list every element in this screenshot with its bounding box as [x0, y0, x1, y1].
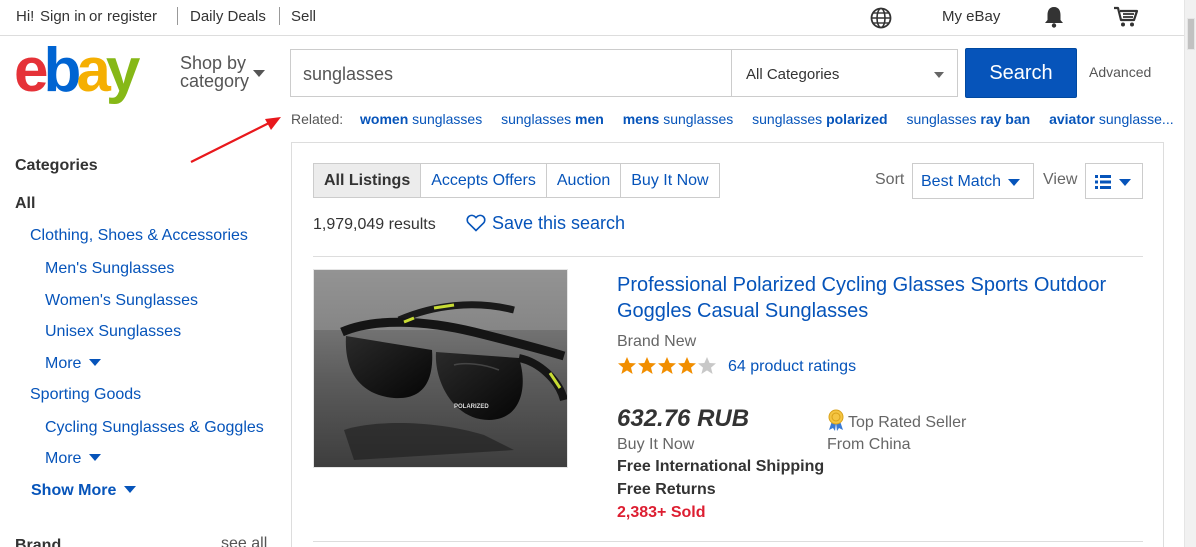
shop-by-category-button[interactable]: Shop by category [180, 54, 250, 90]
category-cycling-sunglasses[interactable]: Cycling Sunglasses & Goggles [45, 419, 264, 437]
related-searches: Related: women sunglasses sunglasses men… [291, 111, 1189, 127]
chevron-down-icon [89, 454, 102, 461]
list-view-icon [1095, 175, 1111, 189]
bell-icon[interactable] [1043, 5, 1065, 29]
category-all[interactable]: All [15, 195, 35, 213]
scrollbar-thumb[interactable] [1187, 18, 1195, 50]
daily-deals-link[interactable]: Daily Deals [190, 8, 266, 25]
tab-auction[interactable]: Auction [545, 164, 620, 197]
related-link[interactable]: mens sunglasses [623, 111, 734, 127]
see-all-link[interactable]: see all [221, 535, 267, 547]
related-link[interactable]: sunglasses ray ban [906, 111, 1030, 127]
chevron-down-icon[interactable] [253, 70, 265, 77]
my-ebay-link[interactable]: My eBay [942, 8, 1000, 25]
sort-label: Sort [875, 171, 905, 188]
svg-text:POLARIZED: POLARIZED [454, 404, 489, 410]
ebay-logo[interactable]: ebay [14, 40, 140, 102]
star-icon [698, 357, 716, 374]
chevron-down-icon [89, 359, 102, 366]
divider [313, 541, 1143, 542]
scrollbar[interactable] [1184, 0, 1196, 547]
star-rating [617, 356, 717, 376]
sell-link[interactable]: Sell [291, 8, 316, 25]
returns-text: Free Returns [617, 481, 716, 498]
sort-select-value: Best Match [921, 173, 1002, 190]
divider [313, 256, 1143, 257]
save-search-link[interactable]: Save this search [466, 213, 625, 234]
view-select[interactable] [1085, 163, 1143, 199]
category-clothing[interactable]: Clothing, Shoes & Accessories [30, 227, 248, 245]
star-icon [618, 357, 636, 374]
category-womens-sunglasses[interactable]: Women's Sunglasses [45, 292, 198, 310]
divider [177, 7, 178, 25]
more-link[interactable]: More [45, 355, 102, 373]
category-select[interactable]: All Categories [731, 49, 958, 97]
show-more-link[interactable]: Show More [31, 482, 137, 500]
product-ratings-link[interactable]: 64 product ratings [728, 358, 856, 376]
product-title-link[interactable]: Professional Polarized Cycling Glasses S… [617, 272, 1137, 324]
sort-select[interactable]: Best Match [912, 163, 1034, 199]
divider [279, 7, 280, 25]
cart-icon[interactable] [1113, 5, 1139, 29]
star-icon [658, 357, 676, 374]
view-label: View [1043, 171, 1078, 188]
search-button[interactable]: Search [965, 48, 1077, 98]
related-label: Related: [291, 111, 344, 127]
results-count: 1,979,049 results [313, 216, 436, 233]
chevron-down-icon [1119, 179, 1131, 186]
tab-accepts-offers[interactable]: Accepts Offers [420, 164, 546, 197]
register-link[interactable]: register [107, 8, 157, 25]
search-input[interactable]: sunglasses [290, 49, 731, 97]
chevron-down-icon [934, 72, 944, 78]
product-image[interactable]: POLARIZED [313, 269, 568, 468]
related-link[interactable]: women sunglasses [360, 111, 482, 127]
sign-in-link[interactable]: Sign in [40, 8, 86, 25]
category-mens-sunglasses[interactable]: Men's Sunglasses [45, 260, 174, 278]
advanced-search-link[interactable]: Advanced [1089, 64, 1151, 80]
chevron-down-icon [124, 486, 137, 493]
category-select-value: All Categories [746, 66, 840, 83]
heart-icon [466, 214, 486, 232]
listing-tabs: All Listings Accepts Offers Auction Buy … [313, 163, 720, 198]
format-label: Buy It Now [617, 436, 695, 453]
globe-icon[interactable] [870, 7, 892, 29]
sunglasses-image: POLARIZED [314, 270, 567, 467]
related-link[interactable]: sunglasses polarized [752, 111, 887, 127]
brand-heading: Brand [15, 537, 62, 547]
greeting-text: Hi! [16, 8, 35, 25]
sold-count: 2,383+ Sold [617, 504, 706, 521]
related-link[interactable]: sunglasses men [501, 111, 604, 127]
product-condition: Brand New [617, 333, 697, 350]
more-link[interactable]: More [45, 450, 102, 468]
star-icon [678, 357, 696, 374]
categories-heading: Categories [15, 157, 98, 174]
category-label: category [180, 71, 250, 91]
annotation-arrow [190, 117, 281, 163]
ribbon-icon [828, 409, 844, 431]
tab-buy-it-now[interactable]: Buy It Now [620, 164, 718, 197]
item-location: From China [827, 436, 911, 453]
top-rated-seller-badge: Top Rated Seller [826, 409, 966, 432]
top-bar: Hi! Sign in or register Daily Deals Sell… [0, 0, 1184, 36]
tab-all-listings[interactable]: All Listings [314, 164, 421, 197]
related-link[interactable]: aviator sunglasse... [1049, 111, 1174, 127]
star-icon [638, 357, 656, 374]
product-price: 632.76 RUB [617, 405, 750, 432]
shop-by-label: Shop by [180, 53, 247, 73]
category-sporting-goods[interactable]: Sporting Goods [30, 386, 141, 404]
or-text: or [89, 8, 103, 25]
chevron-down-icon [1008, 179, 1020, 186]
category-unisex-sunglasses[interactable]: Unisex Sunglasses [45, 323, 181, 341]
shipping-text: Free International Shipping [617, 458, 825, 475]
